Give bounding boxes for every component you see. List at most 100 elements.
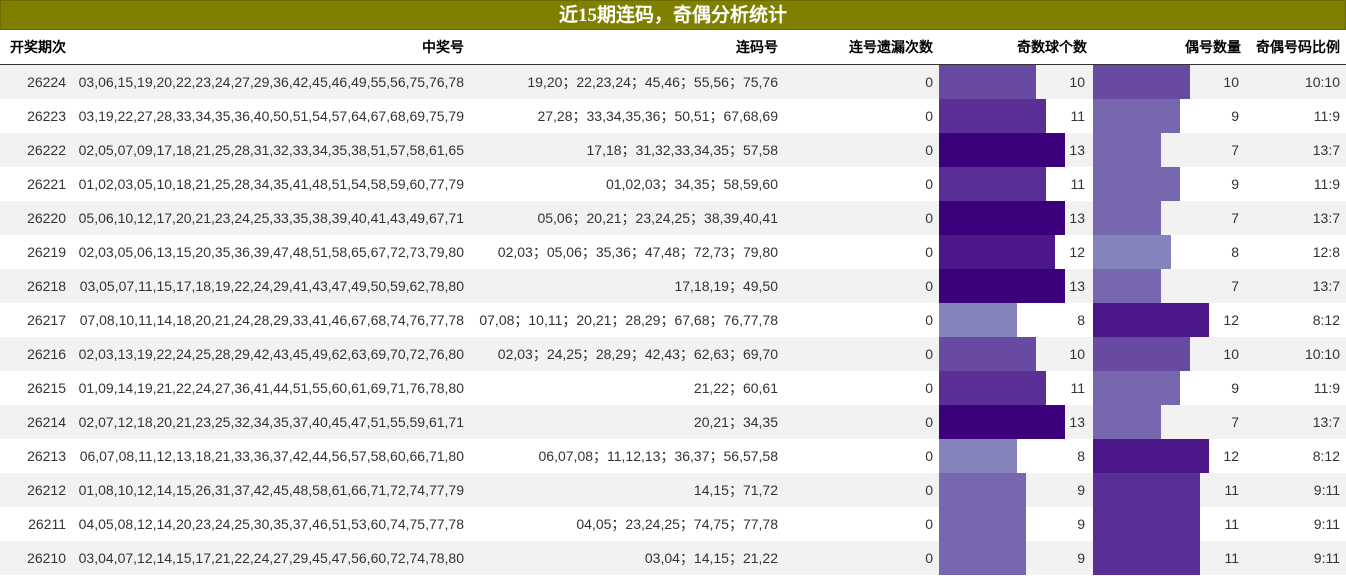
cell-odd: 13 (939, 269, 1093, 303)
table-row[interactable]: 26216 02,03,13,19,22,24,25,28,29,42,43,45… (0, 337, 1346, 371)
cell-miss: 0 (784, 473, 939, 507)
cell-ratio: 8:12 (1312, 448, 1340, 464)
cell-miss: 0 (784, 64, 939, 99)
cell-odd-value: 9 (1077, 482, 1085, 498)
cell-odd-value: 9 (1077, 516, 1085, 532)
table-row[interactable]: 26212 01,08,10,12,14,15,26,31,37,42,45,48… (0, 473, 1346, 507)
cell-numbers: 02,03,05,06,13,15,20,35,36,39,47,48,51,5… (78, 244, 464, 260)
cell-consec: 06,07,08；11,12,13；36,37；56,57,58 (538, 448, 778, 464)
cell-issue: 26213 (27, 448, 66, 464)
cell-issue: 26216 (0, 337, 72, 371)
cell-even: 7 (1093, 405, 1247, 439)
cell-ratio: 9:11 (1313, 516, 1340, 532)
table-row[interactable]: 26215 01,09,14,19,21,22,24,27,36,41,44,51… (0, 371, 1346, 405)
cell-consec: 17,18；31,32,33,34,35；57,58 (470, 133, 784, 167)
table-row[interactable]: 26221 01,02,03,05,10,18,21,25,28,34,35,41… (0, 167, 1346, 201)
cell-issue: 26214 (0, 405, 72, 439)
table-row[interactable]: 26211 04,05,08,12,14,20,23,24,25,30,35,37… (0, 507, 1346, 541)
cell-miss: 0 (784, 269, 939, 303)
table-row[interactable]: 26220 05,06,10,12,17,20,21,23,24,25,33,35… (0, 201, 1346, 235)
cell-even-value: 12 (1223, 312, 1239, 328)
cell-odd-value: 13 (1069, 278, 1085, 294)
header-numbers[interactable]: 中奖号 (72, 30, 470, 65)
cell-even-value: 8 (1231, 244, 1239, 260)
cell-even: 11 (1093, 507, 1247, 541)
cell-even-value: 9 (1231, 380, 1239, 396)
cell-ratio: 13:7 (1247, 201, 1346, 235)
cell-issue: 26215 (27, 380, 66, 396)
cell-odd-value: 10 (1069, 74, 1085, 90)
table-row[interactable]: 26210 03,04,07,12,14,15,17,21,22,24,27,29… (0, 541, 1346, 575)
cell-issue: 26222 (0, 133, 72, 167)
cell-even: 7 (1093, 201, 1247, 235)
cell-issue: 26217 (27, 312, 66, 328)
cell-ratio: 12:8 (1312, 244, 1340, 260)
header-miss[interactable]: 连号遗漏次数 (784, 30, 939, 65)
cell-even: 10 (1093, 337, 1247, 371)
cell-consec: 27,28；33,34,35,36；50,51；67,68,69 (537, 108, 778, 124)
cell-numbers: 04,05,08,12,14,20,23,24,25,30,35,37,46,5… (78, 516, 464, 532)
cell-odd: 9 (939, 541, 1093, 575)
cell-consec: 02,03；05,06；35,36；47,48；72,73；79,80 (497, 244, 778, 260)
cell-even: 9 (1093, 99, 1247, 133)
cell-miss: 0 (784, 337, 939, 371)
cell-ratio: 9:11 (1247, 541, 1346, 575)
cell-even-value: 7 (1231, 210, 1239, 226)
cell-miss: 0 (925, 448, 933, 464)
cell-even: 7 (1093, 269, 1247, 303)
table-row[interactable]: 26219 02,03,05,06,13,15,20,35,36,39,47,48… (0, 235, 1346, 269)
table-title: 近15期连码，奇偶分析统计 (0, 0, 1346, 30)
lottery-stats-table: 开奖期次 中奖号 连码号 连号遗漏次数 奇数球个数 偶号数量 奇偶号码比例 26… (0, 30, 1346, 575)
cell-odd-value: 12 (1069, 244, 1085, 260)
cell-odd-value: 11 (1070, 176, 1085, 192)
table-row[interactable]: 26217 07,08,10,11,14,18,20,21,24,28,29,33… (0, 303, 1346, 337)
cell-odd-value: 13 (1069, 414, 1085, 430)
header-consec[interactable]: 连码号 (470, 30, 784, 65)
cell-issue: 26211 (28, 516, 66, 532)
cell-odd-value: 9 (1077, 550, 1085, 566)
cell-odd: 13 (939, 405, 1093, 439)
cell-odd: 9 (939, 473, 1093, 507)
cell-numbers: 05,06,10,12,17,20,21,23,24,25,33,35,38,3… (72, 201, 470, 235)
cell-numbers: 01,08,10,12,14,15,26,31,37,42,45,48,58,6… (72, 473, 470, 507)
cell-miss: 0 (925, 108, 933, 124)
cell-consec: 17,18,19；49,50 (470, 269, 784, 303)
cell-issue: 26224 (0, 64, 72, 99)
cell-even-value: 7 (1231, 414, 1239, 430)
cell-ratio: 11:9 (1313, 380, 1340, 396)
cell-odd-value: 13 (1069, 210, 1085, 226)
cell-consec: 14,15；71,72 (470, 473, 784, 507)
cell-even: 9 (1093, 371, 1247, 405)
cell-odd: 13 (939, 201, 1093, 235)
cell-consec: 03,04；14,15；21,22 (470, 541, 784, 575)
cell-consec: 05,06；20,21；23,24,25；38,39,40,41 (470, 201, 784, 235)
table-row[interactable]: 26222 02,05,07,09,17,18,21,25,28,31,32,33… (0, 133, 1346, 167)
cell-miss: 0 (784, 405, 939, 439)
cell-ratio: 13:7 (1247, 133, 1346, 167)
cell-miss: 0 (784, 541, 939, 575)
cell-even-value: 9 (1231, 176, 1239, 192)
cell-even-value: 11 (1224, 482, 1239, 498)
cell-issue: 26218 (0, 269, 72, 303)
cell-odd-value: 8 (1077, 448, 1085, 464)
cell-ratio: 8:12 (1312, 312, 1340, 328)
cell-odd: 10 (939, 337, 1093, 371)
cell-numbers: 03,19,22,27,28,33,34,35,36,40,50,51,54,5… (78, 108, 464, 124)
table-row[interactable]: 26213 06,07,08,11,12,13,18,21,33,36,37,42… (0, 439, 1346, 473)
cell-numbers: 02,07,12,18,20,21,23,25,32,34,35,37,40,4… (72, 405, 470, 439)
cell-even-value: 11 (1224, 516, 1239, 532)
cell-even: 12 (1093, 303, 1247, 337)
cell-odd: 9 (939, 507, 1093, 541)
cell-numbers: 07,08,10,11,14,18,20,21,24,28,29,33,41,4… (79, 312, 464, 328)
table-row[interactable]: 26223 03,19,22,27,28,33,34,35,36,40,50,51… (0, 99, 1346, 133)
header-even[interactable]: 偶号数量 (1093, 30, 1247, 65)
cell-odd-value: 8 (1077, 312, 1085, 328)
header-issue[interactable]: 开奖期次 (0, 30, 72, 65)
header-ratio[interactable]: 奇偶号码比例 (1247, 30, 1346, 65)
header-odd[interactable]: 奇数球个数 (939, 30, 1093, 65)
table-row[interactable]: 26214 02,07,12,18,20,21,23,25,32,34,35,37… (0, 405, 1346, 439)
table-row[interactable]: 26224 03,06,15,19,20,22,23,24,27,29,36,42… (0, 64, 1346, 99)
table-row[interactable]: 26218 03,05,07,11,15,17,18,19,22,24,29,41… (0, 269, 1346, 303)
cell-consec: 04,05；23,24,25；74,75；77,78 (576, 516, 778, 532)
cell-odd-value: 10 (1069, 346, 1085, 362)
